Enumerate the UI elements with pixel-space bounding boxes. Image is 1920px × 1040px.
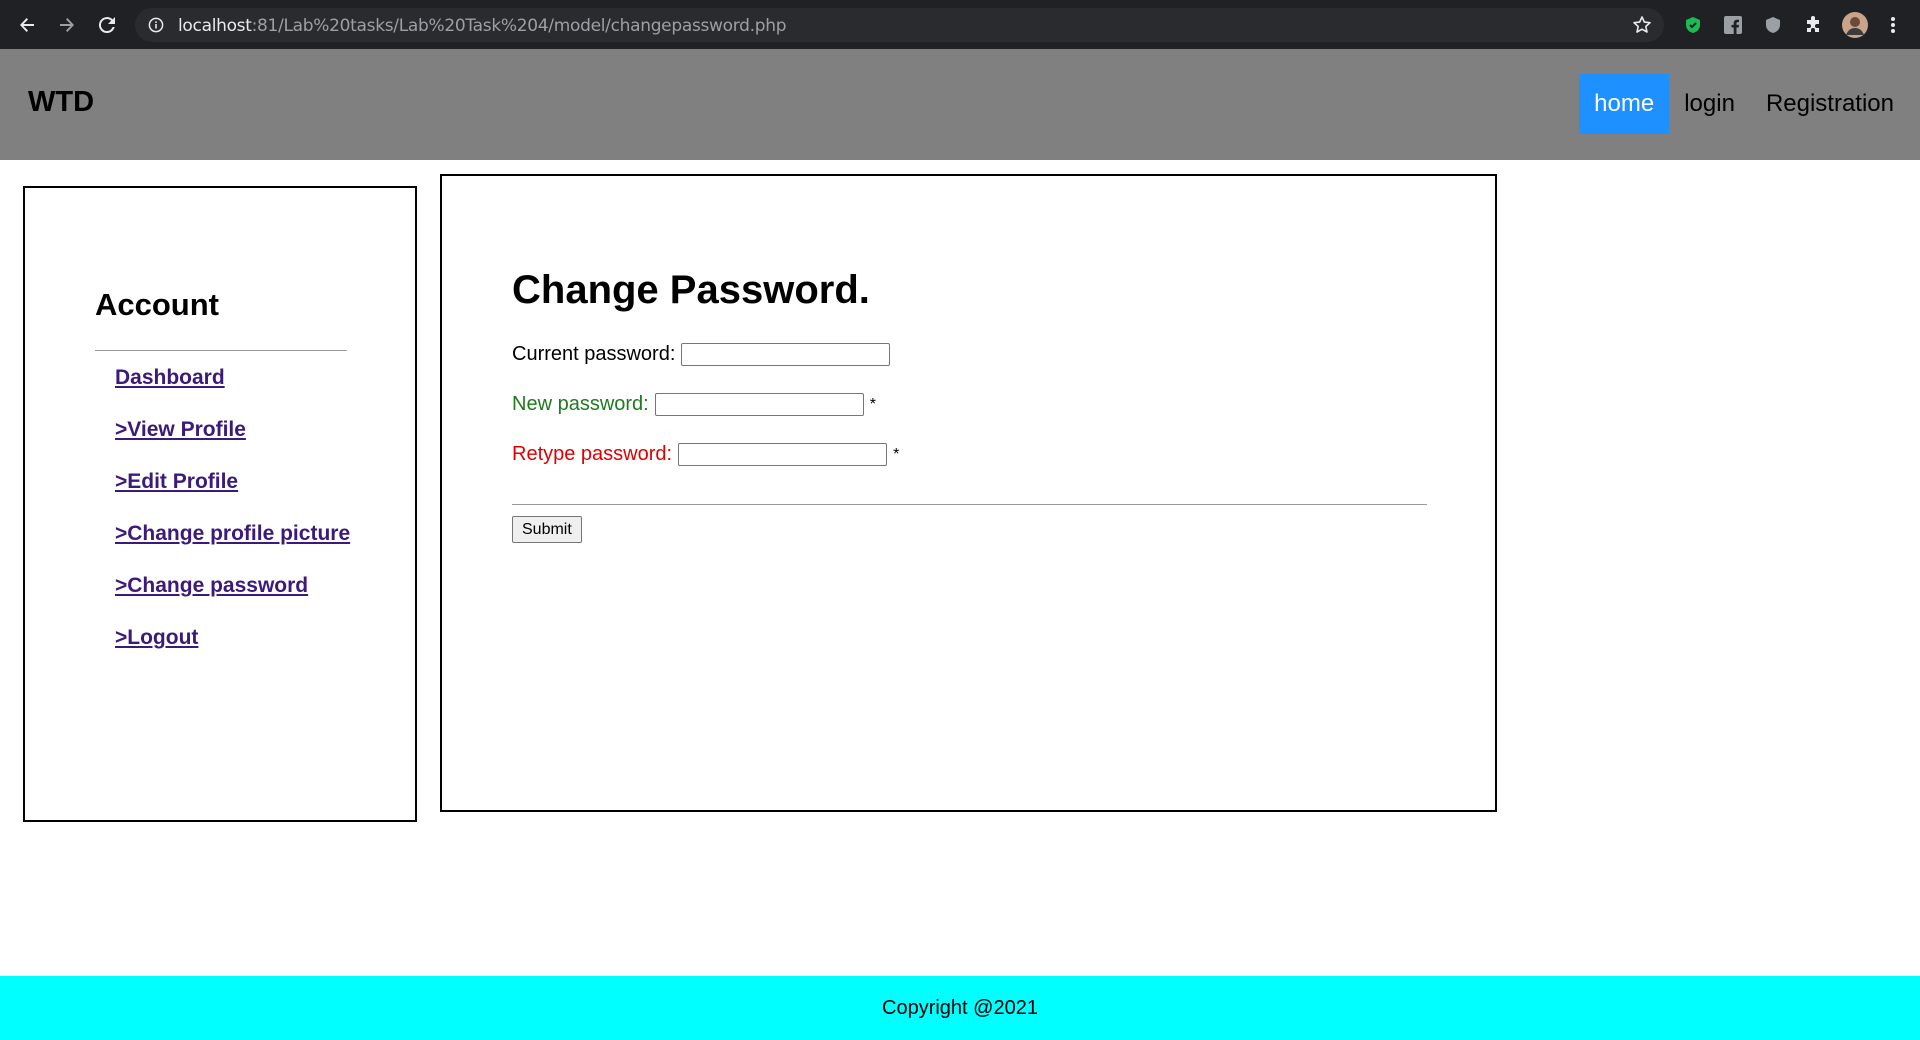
current-password-row: Current password: <box>512 343 891 366</box>
sidebar-item-edit-profile: >Edit Profile <box>115 470 350 522</box>
account-sidebar: Account Dashboard >View Profile >Edit Pr… <box>23 186 417 822</box>
submit-button[interactable]: Submit <box>512 516 582 543</box>
retype-password-input[interactable] <box>678 443 888 466</box>
sidebar-title: Account <box>95 287 219 322</box>
sidebar-item-dashboard: Dashboard <box>115 366 350 418</box>
retype-password-row: Retype password: * <box>512 443 899 466</box>
sidebar-divider <box>95 350 347 351</box>
page-title: Change Password. <box>512 268 870 312</box>
nav-login-link[interactable]: login <box>1684 74 1735 134</box>
change-profile-picture-link[interactable]: >Change profile picture <box>115 522 350 545</box>
facebook-ext-icon[interactable] <box>1722 14 1744 36</box>
puzzle-icon[interactable] <box>1802 14 1824 36</box>
current-password-label: Current password: <box>512 343 676 365</box>
nav-home-link[interactable]: home <box>1579 74 1670 134</box>
url-text: localhost:81/Lab%20tasks/Lab%20Task%204/… <box>178 16 787 36</box>
address-bar[interactable]: localhost:81/Lab%20tasks/Lab%20Task%204/… <box>135 8 1664 42</box>
copyright-text: Copyright @2021 <box>882 996 1038 1019</box>
change-password-panel: Change Password. Current password: New p… <box>440 174 1497 812</box>
new-password-row: New password: * <box>512 393 876 416</box>
top-nav: home login Registration <box>1579 74 1920 134</box>
required-mark: * <box>869 395 876 413</box>
dashboard-link[interactable]: Dashboard <box>115 366 225 389</box>
new-password-input[interactable] <box>654 393 864 416</box>
brand-logo: WTD <box>28 86 95 118</box>
site-header: WTD home login Registration <box>0 49 1920 160</box>
edit-profile-link[interactable]: >Edit Profile <box>115 470 238 493</box>
kebab-menu-icon[interactable] <box>1882 14 1904 36</box>
logout-link[interactable]: >Logout <box>115 626 198 649</box>
new-password-label: New password: <box>512 393 649 415</box>
sidebar-item-logout: >Logout <box>115 626 350 678</box>
site-footer: Copyright @2021 <box>0 976 1920 1040</box>
form-divider <box>512 504 1427 505</box>
back-arrow-icon[interactable] <box>14 12 40 38</box>
forward-arrow-icon[interactable] <box>54 12 80 38</box>
avatar[interactable] <box>1842 12 1868 38</box>
star-icon[interactable] <box>1632 15 1652 35</box>
sidebar-item-change-picture: >Change profile picture <box>115 522 350 574</box>
sidebar-item-view-profile: >View Profile <box>115 418 350 470</box>
sidebar-menu: Dashboard >View Profile >Edit Profile >C… <box>115 366 350 678</box>
view-profile-link[interactable]: >View Profile <box>115 418 246 441</box>
url-path: :81/Lab%20tasks/Lab%20Task%204/model/cha… <box>251 16 787 36</box>
browser-toolbar: localhost:81/Lab%20tasks/Lab%20Task%204/… <box>0 0 1920 49</box>
change-password-link[interactable]: >Change password <box>115 574 308 597</box>
required-mark: * <box>893 445 900 463</box>
shield-icon[interactable] <box>1762 14 1784 36</box>
adblock-icon[interactable] <box>1682 14 1704 36</box>
url-host: localhost <box>178 16 252 36</box>
retype-password-label: Retype password: <box>512 443 673 465</box>
current-password-input[interactable] <box>681 343 891 366</box>
info-icon[interactable] <box>148 17 164 33</box>
nav-registration-link[interactable]: Registration <box>1766 74 1894 134</box>
reload-icon[interactable] <box>94 12 120 38</box>
sidebar-item-change-password: >Change password <box>115 574 350 626</box>
